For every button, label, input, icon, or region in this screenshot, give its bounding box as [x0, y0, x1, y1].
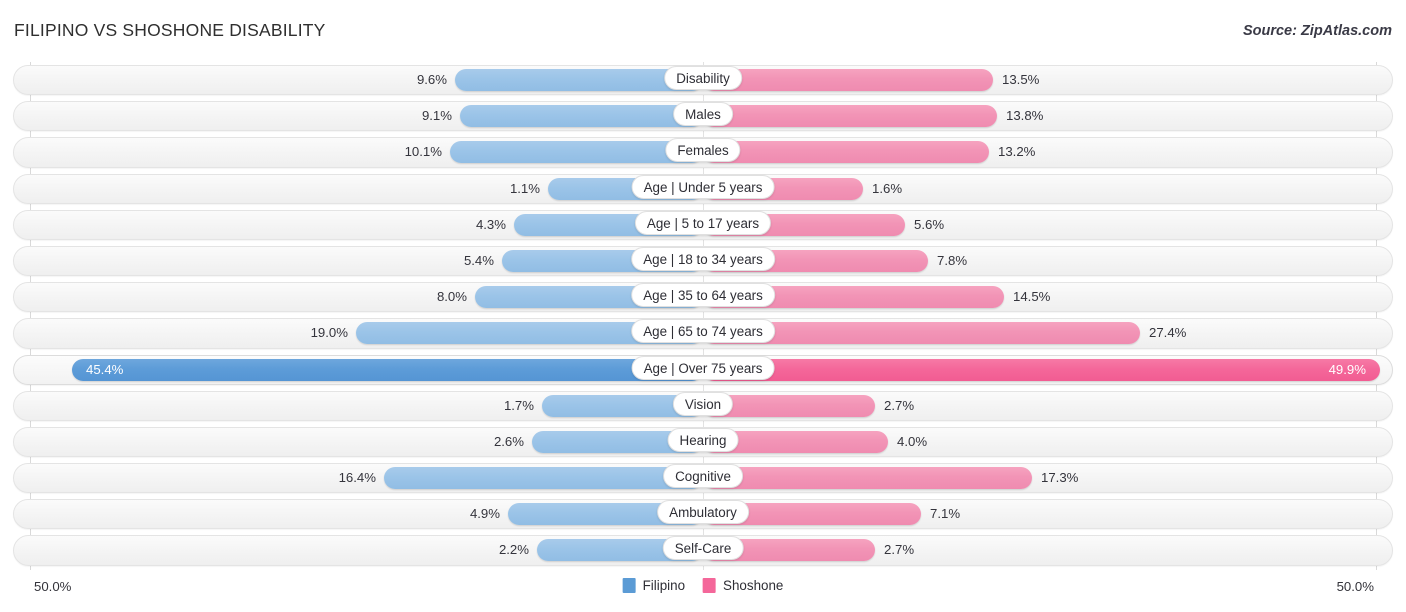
value-shoshone: 13.8%	[1006, 108, 1044, 124]
bar-row: 1.1% 1.6% Age | Under 5 years	[0, 171, 1406, 207]
bar-row: 8.0% 14.5% Age | 35 to 64 years	[0, 279, 1406, 315]
value-filipino: 8.0%	[436, 289, 467, 305]
value-filipino: 5.4%	[463, 252, 494, 268]
bar-row: 4.3% 5.6% Age | 5 to 17 years	[0, 207, 1406, 243]
value-shoshone: 13.2%	[998, 144, 1036, 160]
row-label-pill: Cognitive	[663, 464, 743, 489]
source-attribution: Source: ZipAtlas.com	[1242, 23, 1392, 39]
value-shoshone: 27.4%	[1149, 325, 1187, 341]
value-filipino: 1.1%	[509, 180, 540, 196]
row-label-pill: Age | Over 75 years	[631, 355, 775, 380]
axis-label-left: 50.0%	[34, 579, 72, 594]
value-shoshone: 5.6%	[914, 216, 945, 232]
value-filipino: 4.3%	[475, 216, 506, 232]
bar-row: 9.6% 13.5% Disability	[0, 62, 1406, 98]
bar-filipino[interactable]	[384, 467, 703, 490]
bar-row: 16.4% 17.3% Cognitive	[0, 460, 1406, 496]
bar-row: 1.7% 2.7% Vision	[0, 388, 1406, 424]
row-label-pill: Age | 5 to 17 years	[634, 210, 772, 235]
value-shoshone: 17.3%	[1041, 470, 1079, 486]
bar-row: 10.1% 13.2% Females	[0, 134, 1406, 170]
bar-row: 4.9% 7.1% Ambulatory	[0, 496, 1406, 532]
row-label-pill: Vision	[672, 391, 734, 416]
legend-swatch-icon	[622, 578, 636, 593]
bar-row: 9.1% 13.8% Males	[0, 98, 1406, 134]
value-shoshone: 2.7%	[884, 397, 915, 413]
value-filipino: 19.0%	[310, 325, 348, 341]
bar-shoshone[interactable]	[703, 467, 1032, 490]
bar-shoshone[interactable]	[703, 105, 997, 128]
bar-row: 2.6% 4.0% Hearing	[0, 424, 1406, 460]
value-filipino: 4.9%	[469, 506, 500, 522]
legend-swatch-icon	[703, 578, 717, 593]
value-shoshone: 13.5%	[1002, 72, 1040, 87]
row-label-pill: Disability	[664, 66, 742, 90]
bar-row: 5.4% 7.8% Age | 18 to 34 years	[0, 243, 1406, 279]
row-label-pill: Males	[673, 102, 733, 127]
chart-area: 9.6% 13.5% Disability 9.1% 13.8% Males 10.1% 13…	[0, 62, 1406, 570]
bar-filipino[interactable]	[460, 105, 703, 128]
legend: Filipino Shoshone	[622, 578, 783, 593]
bar-row: 19.0% 27.4% Age | 65 to 74 years	[0, 315, 1406, 351]
value-shoshone: 1.6%	[872, 180, 903, 196]
value-shoshone: 2.7%	[884, 542, 915, 558]
row-label-pill: Age | Under 5 years	[631, 174, 775, 199]
row-label-pill: Self-Care	[662, 536, 744, 561]
value-filipino: 10.1%	[404, 144, 442, 160]
row-label-pill: Hearing	[667, 427, 739, 452]
value-filipino: 45.4%	[86, 361, 124, 377]
page-title: FILIPINO VS SHOSHONE DISABILITY	[14, 20, 326, 40]
value-shoshone: 14.5%	[1013, 289, 1051, 305]
row-label-pill: Ambulatory	[657, 500, 749, 525]
value-shoshone: 7.8%	[937, 252, 968, 268]
row-label-pill: Age | 65 to 74 years	[631, 319, 775, 344]
footer: 50.0% 50.0% Filipino Shoshone	[0, 570, 1406, 612]
chart-page: FILIPINO VS SHOSHONE DISABILITY Source: …	[0, 0, 1406, 612]
row-label-pill: Age | 18 to 34 years	[631, 246, 775, 271]
legend-label: Shoshone	[723, 578, 784, 593]
bar-rows: 9.6% 13.5% Disability 9.1% 13.8% Males 10.1% 13…	[0, 62, 1406, 569]
legend-label: Filipino	[642, 578, 686, 593]
legend-filipino[interactable]: Filipino	[622, 578, 686, 593]
value-shoshone: 7.1%	[930, 506, 961, 522]
value-shoshone: 4.0%	[897, 433, 928, 449]
value-filipino: 1.7%	[503, 397, 534, 413]
header: FILIPINO VS SHOSHONE DISABILITY Source: …	[0, 0, 1406, 60]
value-filipino: 16.4%	[338, 470, 376, 486]
row-label-pill: Females	[665, 138, 741, 163]
value-shoshone: 49.9%	[1328, 361, 1366, 377]
value-filipino: 2.6%	[493, 433, 524, 449]
bar-shoshone[interactable]	[703, 141, 989, 164]
bar-row: 2.2% 2.7% Self-Care	[0, 532, 1406, 568]
value-filipino: 9.6%	[416, 72, 447, 87]
value-filipino: 9.1%	[421, 108, 452, 124]
axis-label-right: 50.0%	[1336, 579, 1374, 594]
bar-shoshone[interactable]	[703, 69, 993, 91]
value-filipino: 2.2%	[498, 542, 529, 558]
row-label-pill: Age | 35 to 64 years	[631, 283, 775, 308]
legend-shoshone[interactable]: Shoshone	[703, 578, 783, 593]
bar-row: 45.4% 49.9% Age | Over 75 years	[0, 352, 1406, 388]
